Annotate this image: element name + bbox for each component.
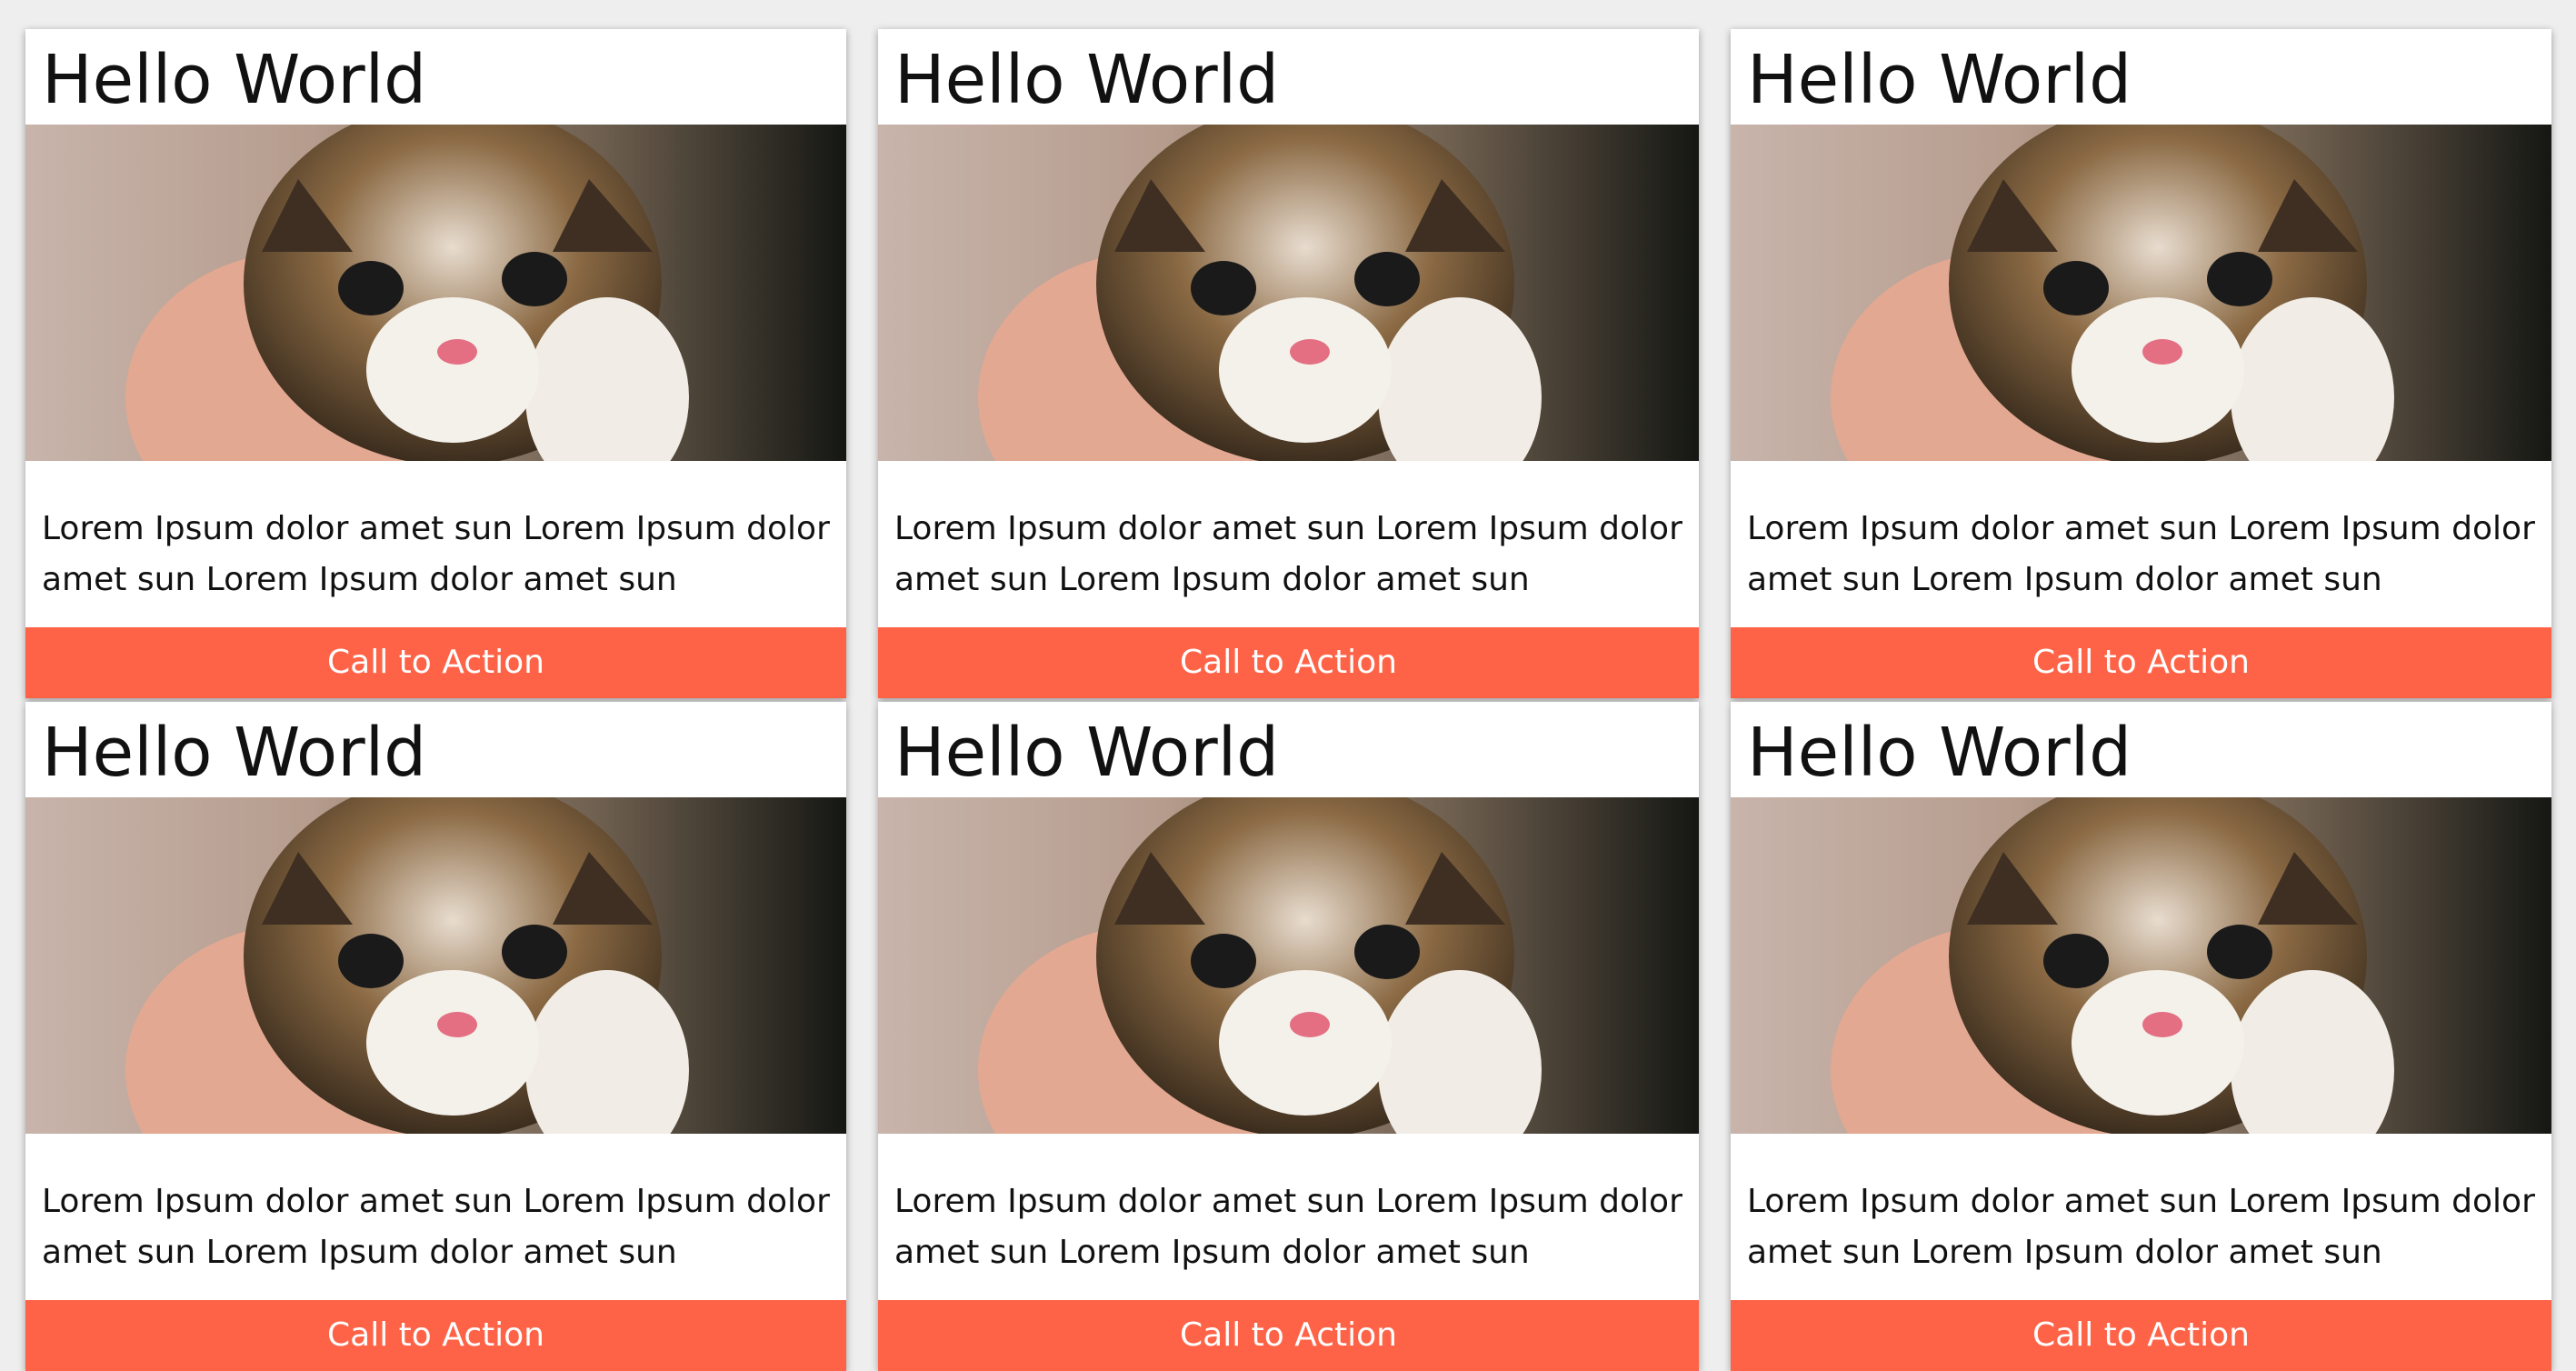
kitten-image [25, 125, 846, 461]
kitten-image [878, 125, 1699, 461]
card: Hello World Lorem Ipsum dolor amet sun L… [878, 29, 1699, 698]
card-title: Hello World [42, 41, 427, 119]
card-title: Hello World [1747, 714, 2132, 792]
kitten-image [878, 797, 1699, 1134]
card: Hello World Lorem Ipsum dolor amet sun L… [25, 29, 846, 698]
card-title: Hello World [42, 714, 427, 792]
kitten-image [1731, 125, 2551, 461]
call-to-action-button[interactable]: Call to Action [1731, 1300, 2551, 1371]
card: Hello World Lorem Ipsum dolor amet sun L… [1731, 29, 2551, 698]
card-body-text: Lorem Ipsum dolor amet sun Lorem Ipsum d… [894, 1183, 1682, 1271]
card-body-text: Lorem Ipsum dolor amet sun Lorem Ipsum d… [42, 1183, 830, 1271]
kitten-image [25, 797, 846, 1134]
card-body-text: Lorem Ipsum dolor amet sun Lorem Ipsum d… [42, 510, 830, 598]
card: Hello World Lorem Ipsum dolor amet sun L… [1731, 702, 2551, 1371]
card: Hello World Lorem Ipsum dolor amet sun L… [25, 702, 846, 1371]
card: Hello World Lorem Ipsum dolor amet sun L… [878, 702, 1699, 1371]
card-body-text: Lorem Ipsum dolor amet sun Lorem Ipsum d… [894, 510, 1682, 598]
call-to-action-button[interactable]: Call to Action [25, 1300, 846, 1371]
card-title: Hello World [894, 714, 1280, 792]
card-title: Hello World [1747, 41, 2132, 119]
call-to-action-button[interactable]: Call to Action [25, 627, 846, 698]
card-body-text: Lorem Ipsum dolor amet sun Lorem Ipsum d… [1747, 1183, 2535, 1271]
card-body-text: Lorem Ipsum dolor amet sun Lorem Ipsum d… [1747, 510, 2535, 598]
card-title: Hello World [894, 41, 1280, 119]
card-grid: Hello World Lorem Ipsum dolor amet sun L… [0, 0, 2576, 1371]
call-to-action-button[interactable]: Call to Action [1731, 627, 2551, 698]
call-to-action-button[interactable]: Call to Action [878, 1300, 1699, 1371]
kitten-image [1731, 797, 2551, 1134]
call-to-action-button[interactable]: Call to Action [878, 627, 1699, 698]
